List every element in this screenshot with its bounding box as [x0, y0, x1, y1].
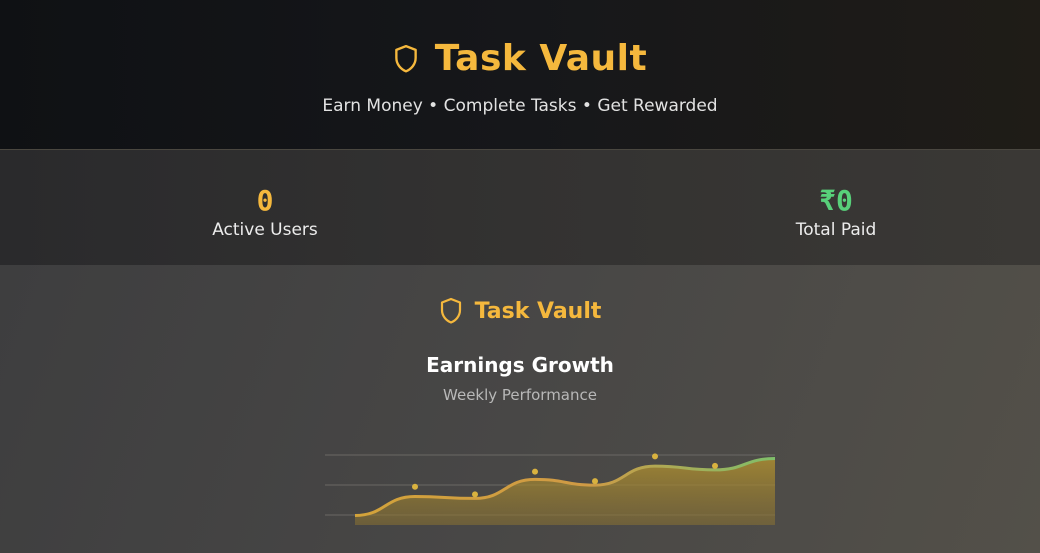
chart-point [652, 453, 658, 460]
stats-bar: 0 Active Users ₹0 Total Paid [0, 150, 1040, 265]
shield-icon [440, 297, 461, 324]
chart-point [412, 483, 418, 490]
chart-point [532, 468, 538, 475]
active-users-value: 0 [256, 184, 274, 217]
chart-point [712, 462, 718, 469]
brand: Task Vault [0, 38, 1040, 79]
stat-active-users: 0 Active Users [115, 184, 415, 240]
shield-icon [394, 44, 417, 72]
panel-title: Task Vault [474, 298, 602, 324]
header: Task Vault Earn Money • Complete Tasks •… [0, 0, 1040, 150]
panel-brand: Task Vault [0, 297, 1040, 325]
earnings-panel: Task Vault Earnings Growth Weekly Perfor… [0, 265, 1040, 553]
app-title: Task Vault [434, 38, 648, 79]
chart-title: Earnings Growth [426, 353, 614, 377]
earnings-chart [325, 453, 776, 525]
total-paid-label: Total Paid [795, 220, 877, 240]
chart-point [472, 491, 478, 498]
chart-point [592, 478, 598, 485]
chart-subtitle: Weekly Performance [443, 386, 597, 404]
active-users-label: Active Users [212, 220, 318, 240]
tagline: Earn Money • Complete Tasks • Get Reward… [322, 96, 718, 116]
stat-total-paid: ₹0 Total Paid [686, 184, 986, 240]
total-paid-value: ₹0 [819, 184, 853, 217]
